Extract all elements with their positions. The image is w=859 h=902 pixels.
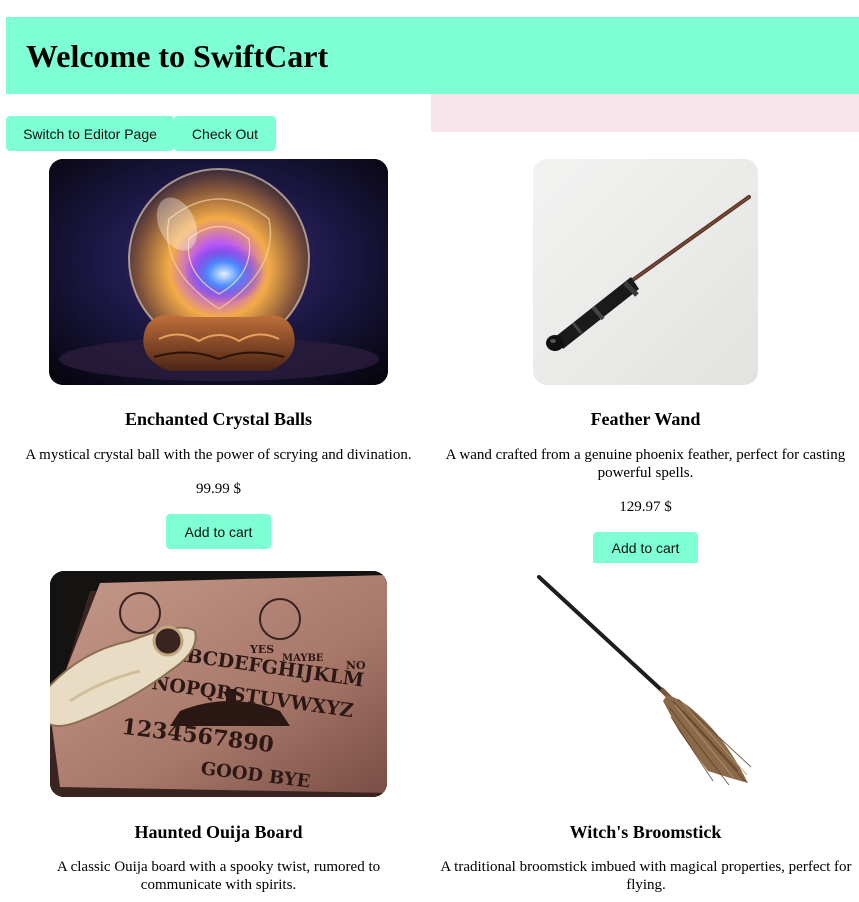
checkout-button[interactable]: Check Out	[174, 116, 276, 151]
product-image	[49, 159, 388, 385]
ouija-board-icon: YES MAYBE NO ABCDEFGHIJKLM NOPQRSTUVWXYZ…	[50, 571, 387, 797]
switch-editor-button[interactable]: Switch to Editor Page	[6, 116, 174, 151]
product-card: Feather Wand A wand crafted from a genui…	[433, 159, 858, 563]
product-description: A traditional broomstick imbued with mag…	[440, 859, 852, 893]
product-image: YES MAYBE NO ABCDEFGHIJKLM NOPQRSTUVWXYZ…	[50, 571, 387, 797]
product-price: 129.97 $	[619, 499, 672, 515]
product-card: Enchanted Crystal Balls A mystical cryst…	[6, 159, 431, 559]
product-card: Witch's Broomstick A traditional broomst…	[433, 571, 858, 902]
crystal-ball-icon	[49, 159, 388, 385]
add-to-cart-button[interactable]: Add to cart	[166, 514, 271, 549]
wand-icon	[533, 159, 758, 385]
page-title: Welcome to SwiftCart	[26, 38, 329, 74]
product-title: Witch's Broomstick	[569, 822, 722, 842]
product-description: A wand crafted from a genuine phoenix fe…	[445, 447, 846, 481]
product-title: Feather Wand	[590, 409, 701, 429]
page-header: Welcome to SwiftCart	[6, 17, 859, 94]
decorative-strip	[431, 94, 859, 132]
product-image	[533, 571, 758, 797]
broomstick-icon	[533, 571, 758, 797]
product-title: Haunted Ouija Board	[134, 822, 303, 842]
product-card: YES MAYBE NO ABCDEFGHIJKLM NOPQRSTUVWXYZ…	[6, 571, 431, 902]
product-title: Enchanted Crystal Balls	[124, 409, 313, 429]
product-image	[533, 159, 758, 385]
product-description: A mystical crystal ball with the power o…	[25, 447, 412, 463]
add-to-cart-button[interactable]: Add to cart	[593, 532, 698, 563]
product-description: A classic Ouija board with a spooky twis…	[56, 859, 381, 893]
product-price: 99.99 $	[196, 481, 241, 497]
